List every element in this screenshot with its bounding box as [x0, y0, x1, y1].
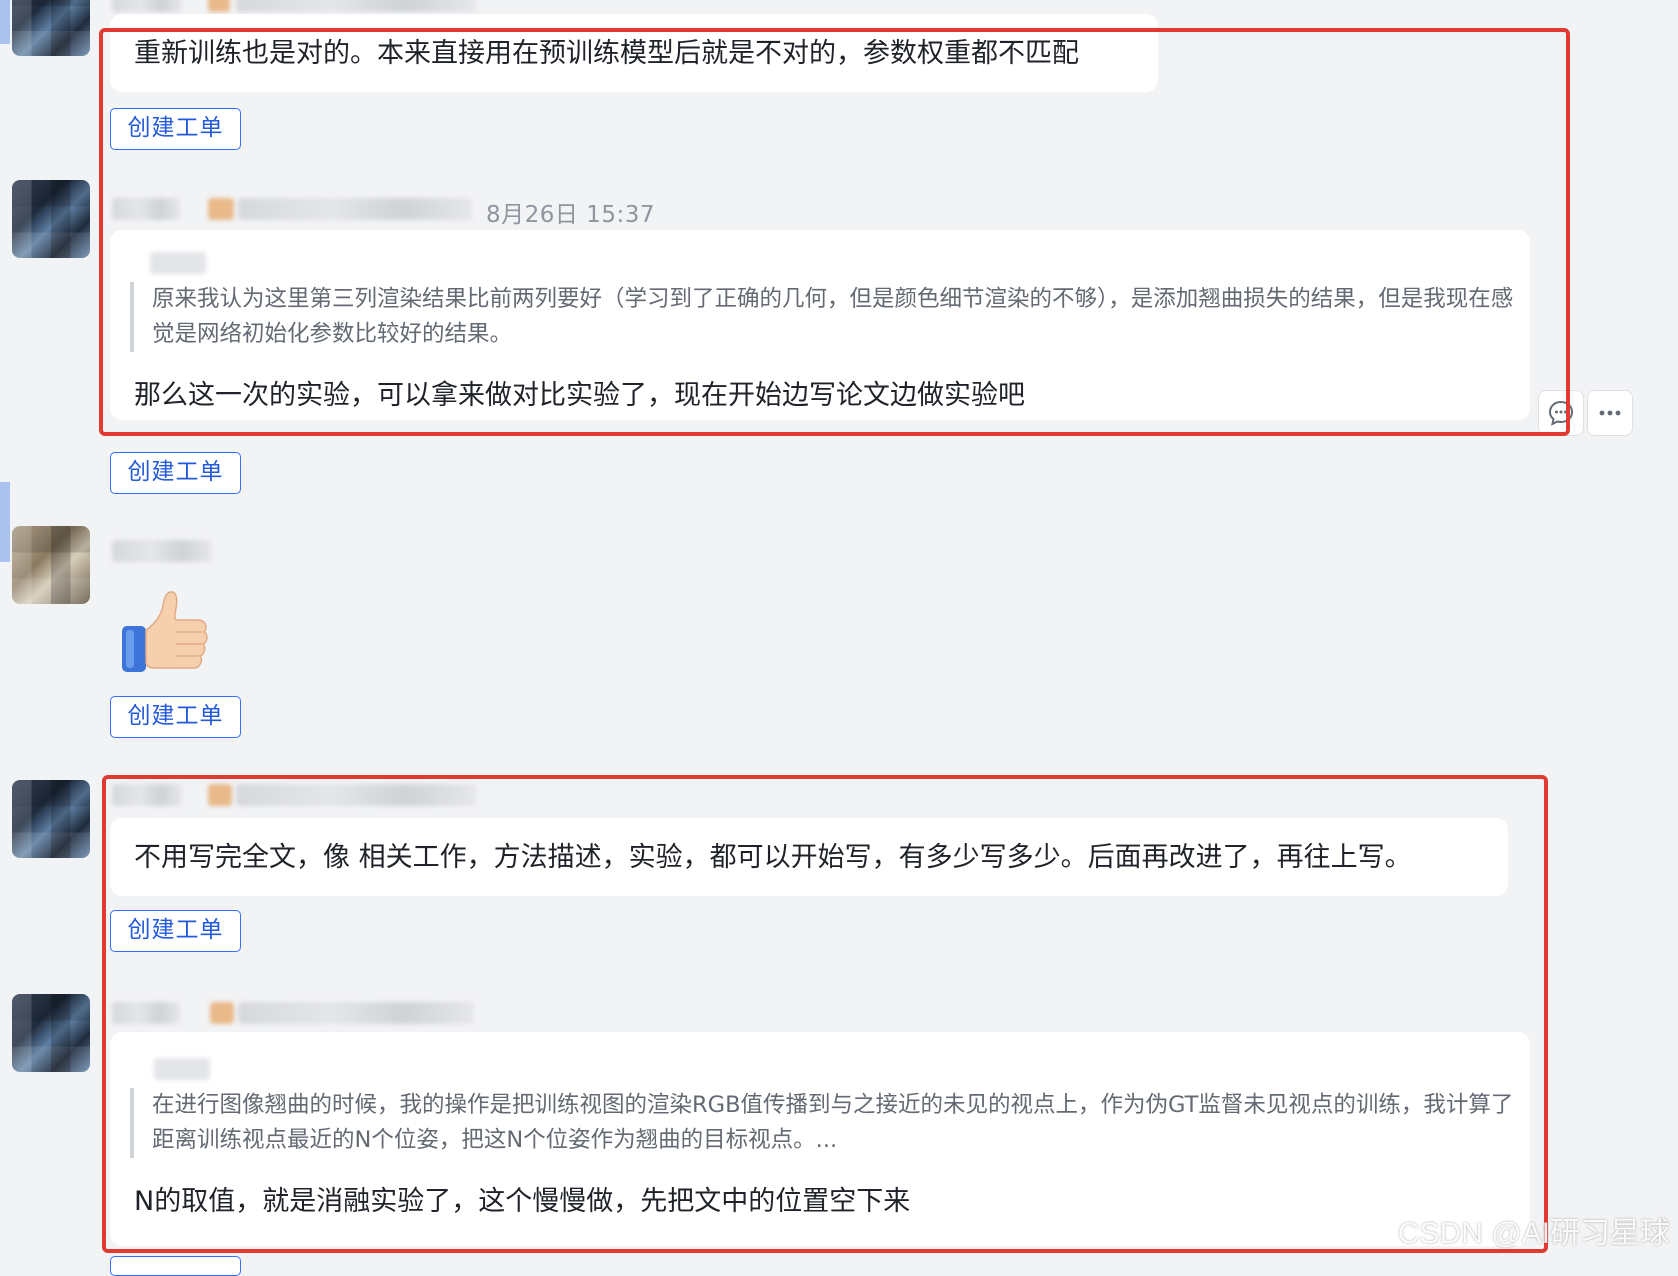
thumbs-up-sticker [118, 586, 214, 676]
avatar[interactable] [12, 780, 90, 858]
sender-name [112, 540, 212, 562]
thumbs-up-icon [122, 591, 208, 672]
more-icon [1599, 410, 1621, 416]
more-actions-button[interactable] [1587, 390, 1633, 436]
avatar[interactable] [12, 526, 90, 604]
create-ticket-button[interactable]: 创建工单 [110, 452, 241, 494]
create-ticket-button[interactable]: 创建工单 [110, 696, 241, 738]
status-tag [208, 0, 230, 12]
sender-name [112, 0, 182, 12]
avatar[interactable] [12, 994, 90, 1072]
avatar[interactable] [12, 0, 90, 56]
create-ticket-button[interactable] [110, 1256, 241, 1276]
status-text [236, 0, 476, 12]
highlight-frame [99, 28, 1570, 436]
watermark: CSDN @AI研习星球 [1397, 1217, 1670, 1250]
left-edge-marker [0, 482, 10, 562]
avatar[interactable] [12, 180, 90, 258]
highlight-frame [102, 775, 1548, 1253]
left-edge-marker [0, 0, 10, 44]
